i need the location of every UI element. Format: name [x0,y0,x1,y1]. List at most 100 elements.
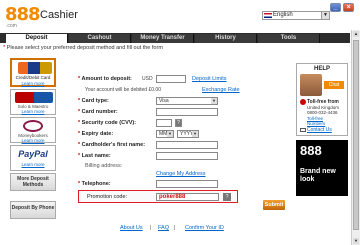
expiry-month-select[interactable]: MM ▼ [156,130,174,138]
credit-card-icon [18,62,52,74]
cvv-input[interactable] [156,119,172,127]
telephone-input[interactable] [156,180,218,188]
cvv-help-button[interactable]: ? [175,119,182,127]
tab-history[interactable]: History [195,34,257,43]
tab-bar: Deposit Cashout Money Transfer History T… [0,33,350,43]
contact-us-link[interactable]: Contact Us [307,127,332,133]
help-title: HELP [313,66,330,72]
instructions-text: Please select your preferred deposit met… [6,45,163,51]
toll-free-number: 0800-032-4436 [307,110,338,115]
deposit-methods: Credit/Debit Card Learn more Solo & Maes… [10,58,58,221]
scroll-thumb[interactable] [353,40,359,230]
method-moneybookers[interactable]: Moneybookers Learn more [10,117,56,143]
promotion-code-box: Promotion code: poker888 ? [78,190,238,203]
learn-more-link[interactable]: Learn more [11,138,55,143]
deposit-form: * Amount to deposit: USD Deposit Limits … [72,65,290,207]
first-name-input[interactable] [156,141,218,149]
chevron-down-icon: ▼ [211,98,217,104]
submit-button[interactable]: Submit [263,200,285,210]
chevron-down-icon: ▼ [167,131,173,137]
last-name-input[interactable] [156,152,218,160]
promotion-code-label: Promotion code: [87,194,128,200]
exchange-rate-link[interactable]: Exchange Rate [202,87,240,93]
page-title: Cashier [40,9,78,21]
deposit-limits-link[interactable]: Deposit Limits [192,76,227,82]
language-value: English [273,12,293,18]
faq-link[interactable]: FAQ [158,225,169,231]
last-name-row: * Last name: [72,152,290,161]
card-type-label: * Card type: [78,98,109,104]
last-name-label: * Last name: [78,153,111,159]
promotion-code-input[interactable]: poker888 [156,193,219,201]
promotion-help-button[interactable]: ? [223,193,231,201]
method-solo-maestro[interactable]: Solo & Maestro Learn more [10,89,56,115]
brand-ad-banner[interactable]: 888 Brand new look [296,140,348,196]
phone-icon [300,99,306,105]
card-number-input[interactable] [156,108,218,116]
ad-brand: 888 [300,143,322,158]
card-number-label: * Card number: [78,109,118,115]
billing-label: Billing address: [85,163,123,169]
card-type-select[interactable]: Visa ▼ [156,97,218,105]
billing-row: Billing address: [72,162,290,171]
card-number-row: * Card number: [72,108,290,117]
chevron-down-icon: ▼ [321,12,329,19]
language-select[interactable]: English ▼ [262,11,330,20]
tab-tools[interactable]: Tools [258,34,320,43]
support-agent-image [300,74,322,96]
card-type-row: * Card type: Visa ▼ [72,97,290,106]
expiry-row: * Expiry date: MM ▼ YYYY ▼ [72,130,290,139]
minimize-button[interactable]: _ [330,3,341,12]
method-credit-debit[interactable]: Credit/Debit Card Learn more [10,58,56,87]
tab-deposit[interactable]: Deposit [6,34,68,43]
mail-icon [300,128,306,132]
tab-cashout[interactable]: Cashout [69,34,131,43]
title-bar: 888 .com Cashier English ▼ _ × [0,0,360,30]
about-us-link[interactable]: About Us [120,225,143,231]
amount-input[interactable] [156,75,186,83]
deposit-by-phone-button[interactable]: Deposit By Phone [10,201,56,219]
expiry-label: * Expiry date: [78,131,114,137]
confirm-id-link[interactable]: Confirm Your ID [185,225,224,231]
method-label: Credit/Debit Card [15,75,51,80]
expiry-year-select[interactable]: YYYY ▼ [177,130,199,138]
chat-button[interactable]: Chat [324,81,344,89]
tab-money-transfer[interactable]: Money Transfer [132,34,194,43]
scroll-up-icon[interactable]: ▲ [353,31,359,37]
cvv-label: * Security code (CVV): [78,120,137,126]
numbers-link[interactable]: Numbers [307,121,325,126]
footer-separator: | [174,225,176,231]
instructions: * Please select your preferred deposit m… [3,45,348,51]
chevron-down-icon: ▼ [192,131,198,137]
debit-note: Your account will be debited £0.00 [85,87,161,93]
first-name-row: * Cardholder's first name: [72,141,290,150]
learn-more-link[interactable]: Learn more [11,109,55,114]
close-button[interactable]: × [343,3,354,12]
currency-label: USD [142,76,153,82]
learn-more-link[interactable]: Learn more [11,162,55,167]
ad-tagline: Brand new look [300,168,336,183]
help-panel: HELP Chat Toll-free from United Kingdom … [296,63,348,136]
cashier-window: 888 .com Cashier English ▼ _ × Deposit C… [0,0,360,245]
telephone-label: * Telephone: [78,181,111,187]
more-deposit-methods-button[interactable]: More Deposit Methods [10,173,56,191]
logo-suffix: .com [6,23,17,29]
amount-row: * Amount to deposit: USD Deposit Limits [72,75,290,84]
change-address-link[interactable]: Change My Address [156,171,206,177]
paypal-logo: PayPal [18,149,48,159]
first-name-label: * Cardholder's first name: [78,142,146,148]
debit-note-row: Your account will be debited £0.00 Excha… [72,86,290,95]
method-paypal[interactable]: PayPal Learn more [10,145,56,171]
required-star: * [3,45,6,51]
telephone-row: * Telephone: [72,180,290,189]
learn-more-link[interactable]: Learn more [12,81,54,86]
moneybookers-icon [23,120,43,132]
card-type-value: Visa [159,98,169,104]
scroll-down-icon[interactable]: ▼ [353,238,359,244]
maestro-card-icon [15,92,53,103]
change-address-row: Change My Address [72,171,290,180]
cvv-row: * Security code (CVV): ? [72,119,290,128]
vertical-scrollbar[interactable]: ▲ ▼ [351,30,360,245]
888-logo: 888 [5,4,41,25]
footer: About Us | FAQ | Confirm Your ID [0,225,350,233]
